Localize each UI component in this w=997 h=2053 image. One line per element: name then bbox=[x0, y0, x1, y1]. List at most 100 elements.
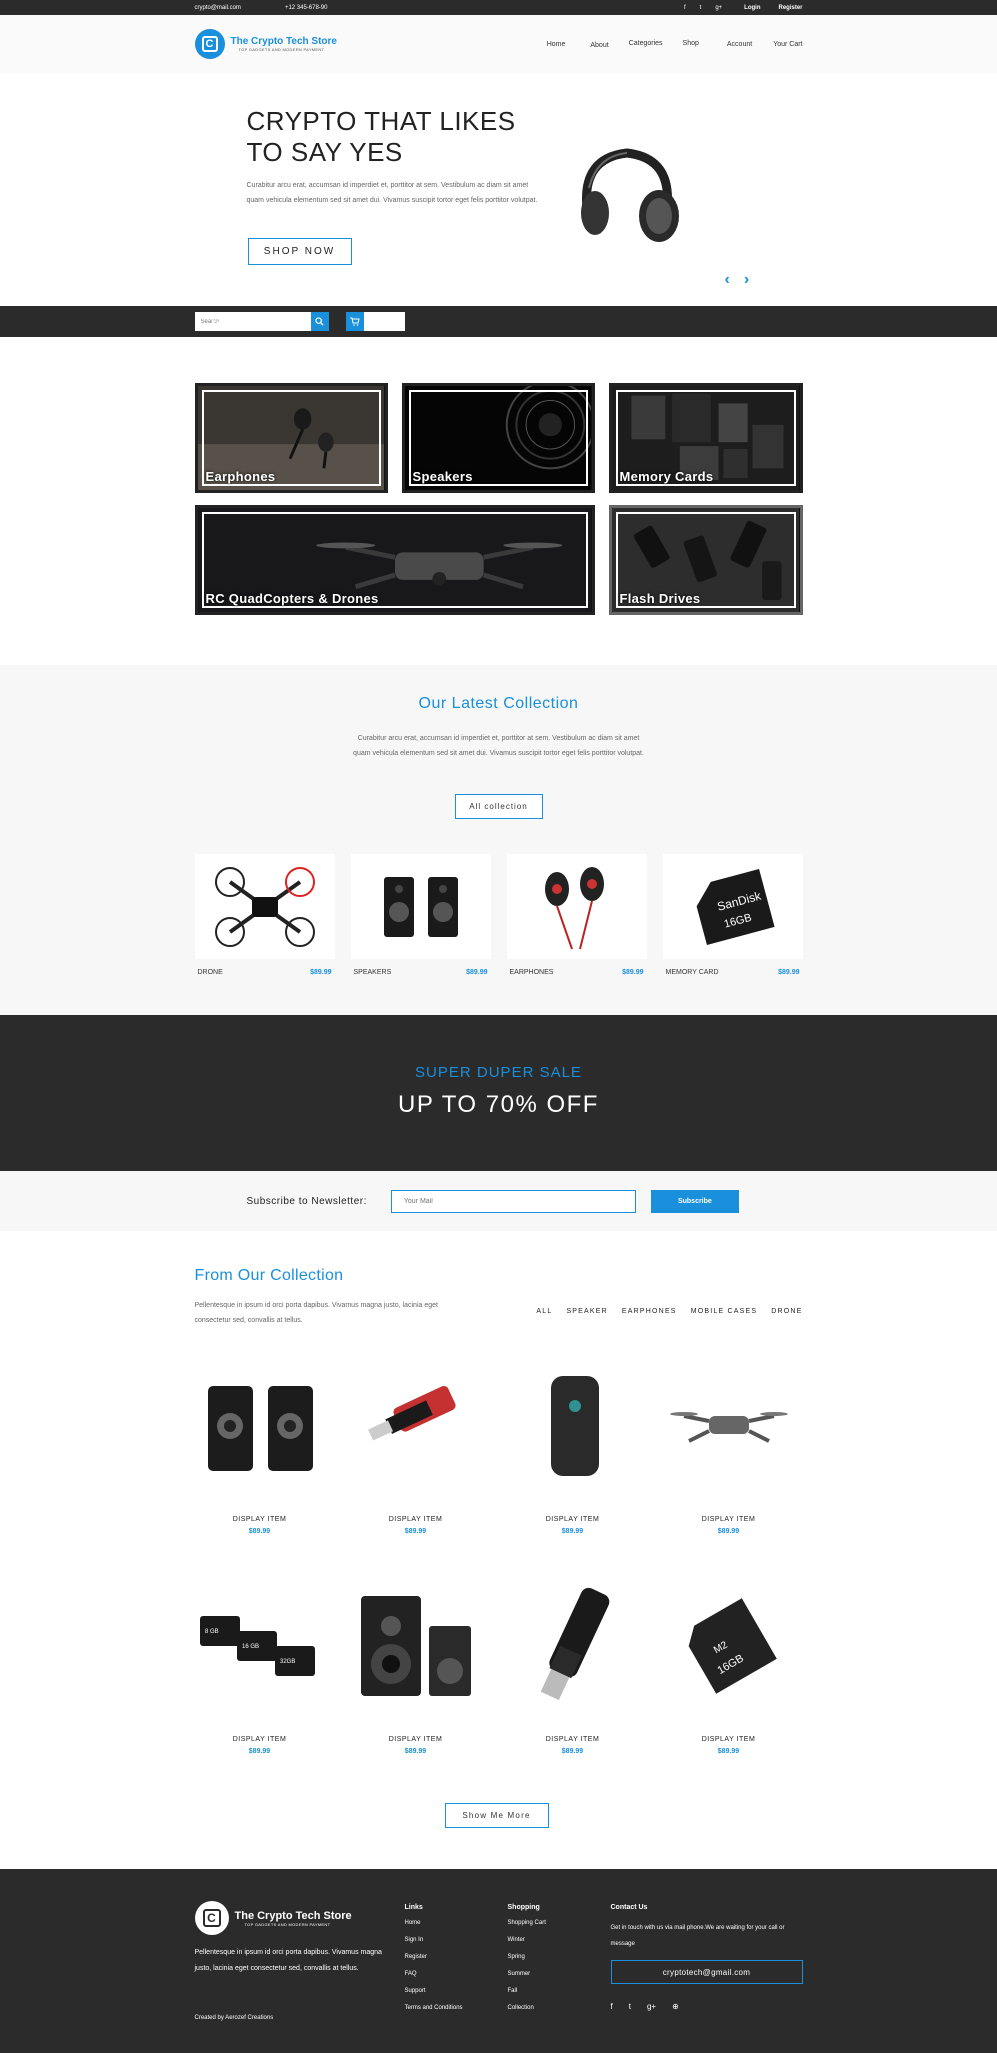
item-price: $89.99 bbox=[717, 1748, 740, 1755]
footer-shopping-summer[interactable]: Summer bbox=[508, 1971, 546, 1977]
filter-drone[interactable]: DRONE bbox=[771, 1308, 802, 1315]
show-more-button[interactable]: Show Me More bbox=[444, 1803, 549, 1828]
item-price: $89.99 bbox=[404, 1748, 427, 1755]
footer-description: Pellentesque in ipsum id orci porta dapi… bbox=[194, 1949, 382, 1972]
footer-logo-icon: C bbox=[194, 1901, 229, 1935]
footer-link-terms[interactable]: Terms and Conditions bbox=[405, 2005, 463, 2011]
latest-title: Our Latest Collection bbox=[418, 695, 579, 712]
main-nav: Home About Categories Shop Account Your … bbox=[547, 40, 803, 49]
shop-now-button[interactable]: SHOP NOW bbox=[247, 238, 352, 265]
category-section: Earphones Speakers Memory Cards RC QuadC… bbox=[0, 337, 997, 665]
top-bar: crypto@mail.com +12 345-678-90 f t g+ Lo… bbox=[0, 0, 997, 15]
logo-icon: C bbox=[194, 29, 225, 59]
top-email[interactable]: crypto@mail.com bbox=[195, 5, 241, 11]
filter-speaker[interactable]: SPEAKER bbox=[566, 1308, 607, 1315]
search-icon[interactable] bbox=[310, 312, 329, 331]
sd-card-item-image: M2 16GB bbox=[659, 1586, 799, 1706]
nav-account[interactable]: Account bbox=[727, 41, 752, 48]
item-name: DISPLAY ITEM bbox=[232, 1516, 287, 1523]
footer-shopping-winter[interactable]: Winter bbox=[508, 1937, 546, 1943]
category-memory-cards[interactable]: Memory Cards bbox=[608, 383, 803, 493]
footer-link-register[interactable]: Register bbox=[405, 1954, 463, 1960]
nav-home[interactable]: Home bbox=[547, 41, 566, 48]
footer-credit: Created by Aerozef Creations bbox=[194, 2015, 274, 2021]
cart-icon[interactable] bbox=[345, 312, 364, 331]
footer-shopping-collection[interactable]: Collection bbox=[508, 2005, 546, 2011]
hero-banner: CRYPTO THAT LIKES TO SAY YES Curabitur ar… bbox=[0, 73, 997, 306]
cart-summary[interactable] bbox=[363, 312, 405, 331]
collection-filters: ALL SPEAKER EARPHONES MOBILE CASES DRONE bbox=[536, 1308, 802, 1315]
collection-item[interactable]: M2 16GB DISPLAY ITEM $89.99 bbox=[659, 1586, 799, 1755]
latest-text: Curabitur arcu erat, accumsan id imperdi… bbox=[353, 735, 644, 757]
power-bank-item-image bbox=[503, 1366, 643, 1486]
dribbble-icon[interactable]: ⊕ bbox=[672, 2002, 679, 2011]
nav-categories[interactable]: Categories bbox=[629, 40, 663, 47]
all-collection-button[interactable]: All collection bbox=[454, 794, 543, 819]
collection-item[interactable]: 8 GB 16 GB 32GB DISPLAY ITEM $89.99 bbox=[190, 1586, 330, 1755]
collection-item[interactable]: DISPLAY ITEM $89.99 bbox=[503, 1366, 643, 1535]
product-card[interactable]: SanDisk 16GB MEMORY CARD $89.99 bbox=[662, 854, 803, 976]
product-card[interactable]: DRONE $89.99 bbox=[194, 854, 335, 976]
footer-logo[interactable]: C The Crypto Tech Store TOP GADGETS AND … bbox=[194, 1901, 352, 1935]
category-drones[interactable]: RC QuadCopters & Drones bbox=[194, 505, 595, 615]
google-plus-icon[interactable]: g+ bbox=[715, 5, 722, 11]
my-account-link[interactable]: My Account bbox=[195, 318, 265, 325]
nav-about[interactable]: About bbox=[590, 42, 608, 49]
product-card[interactable]: EARPHONES $89.99 bbox=[506, 854, 647, 976]
cart-widget[interactable] bbox=[345, 312, 405, 331]
google-plus-icon[interactable]: g+ bbox=[647, 2002, 656, 2011]
footer-link-faq[interactable]: FAQ bbox=[405, 1971, 463, 1977]
brand-logo[interactable]: C The Crypto Tech Store TOP GADGETS AND … bbox=[194, 29, 337, 59]
collection-item[interactable]: DISPLAY ITEM $89.99 bbox=[190, 1366, 330, 1535]
filter-mobile-cases[interactable]: MOBILE CASES bbox=[691, 1308, 758, 1315]
footer-shopping-spring[interactable]: Spring bbox=[508, 1954, 546, 1960]
footer-shopping-fall[interactable]: Fall bbox=[508, 1988, 546, 1994]
category-flash-drives[interactable]: Flash Drives bbox=[608, 505, 803, 615]
product-name: DRONE bbox=[197, 969, 223, 976]
svg-text:8 GB: 8 GB bbox=[205, 1629, 219, 1635]
collection-item[interactable]: DISPLAY ITEM $89.99 bbox=[659, 1366, 799, 1535]
usb-drive-item-image bbox=[346, 1366, 486, 1486]
subscribe-button[interactable]: Subscribe bbox=[650, 1189, 739, 1213]
speakers-item-image bbox=[190, 1366, 330, 1486]
headphones-image bbox=[580, 148, 679, 242]
next-arrow-icon[interactable]: › bbox=[744, 271, 749, 289]
footer-link-support[interactable]: Support bbox=[405, 1988, 463, 1994]
collection-item[interactable]: DISPLAY ITEM $89.99 bbox=[503, 1586, 643, 1755]
contact-heading: Contact Us bbox=[610, 1904, 648, 1911]
earphones-product-image bbox=[506, 854, 647, 959]
contact-email[interactable]: cryptotech@gmail.com bbox=[610, 1960, 803, 1984]
category-earphones[interactable]: Earphones bbox=[194, 383, 388, 493]
hero-slider-controls: ‹ › bbox=[725, 271, 750, 289]
facebook-icon[interactable]: f bbox=[684, 5, 686, 11]
facebook-icon[interactable]: f bbox=[611, 2002, 613, 2011]
product-card[interactable]: SPEAKERS $89.99 bbox=[350, 854, 491, 976]
item-name: DISPLAY ITEM bbox=[388, 1516, 443, 1523]
prev-arrow-icon[interactable]: ‹ bbox=[725, 271, 730, 289]
collection-item[interactable]: DISPLAY ITEM $89.99 bbox=[346, 1366, 486, 1535]
filter-all[interactable]: ALL bbox=[536, 1308, 552, 1315]
sale-title: UP TO 70% OFF bbox=[398, 1091, 599, 1118]
collection-item[interactable]: DISPLAY ITEM $89.99 bbox=[346, 1586, 486, 1755]
newsletter-email-input[interactable] bbox=[390, 1189, 636, 1213]
filter-earphones[interactable]: EARPHONES bbox=[622, 1308, 677, 1315]
footer-link-home[interactable]: Home bbox=[405, 1920, 463, 1926]
footer-brand-name: The Crypto Tech Store bbox=[234, 1909, 352, 1922]
footer-shopping-cart[interactable]: Shopping Cart bbox=[508, 1920, 546, 1926]
twitter-icon[interactable]: t bbox=[629, 2002, 631, 2011]
hero-title: CRYPTO THAT LIKES TO SAY YES bbox=[246, 106, 516, 167]
category-label: Flash Drives bbox=[619, 591, 701, 606]
from-title: From Our Collection bbox=[194, 1267, 344, 1284]
register-link[interactable]: Register bbox=[778, 5, 802, 11]
login-link[interactable]: Login bbox=[744, 5, 760, 11]
drone-item-image bbox=[659, 1366, 799, 1486]
item-name: DISPLAY ITEM bbox=[388, 1736, 443, 1743]
footer-links-column: Links Home Sign In Register FAQ Support … bbox=[405, 1904, 463, 2022]
brand-tagline: TOP GADGETS AND MODERN PAYMENT bbox=[238, 47, 325, 52]
nav-your-cart[interactable]: Your Cart bbox=[773, 41, 802, 48]
twitter-icon[interactable]: t bbox=[700, 5, 702, 11]
nav-shop[interactable]: Shop bbox=[683, 40, 699, 47]
footer-link-sign-in[interactable]: Sign In bbox=[405, 1937, 463, 1943]
product-price: $89.99 bbox=[310, 969, 332, 976]
category-speakers[interactable]: Speakers bbox=[401, 383, 595, 493]
